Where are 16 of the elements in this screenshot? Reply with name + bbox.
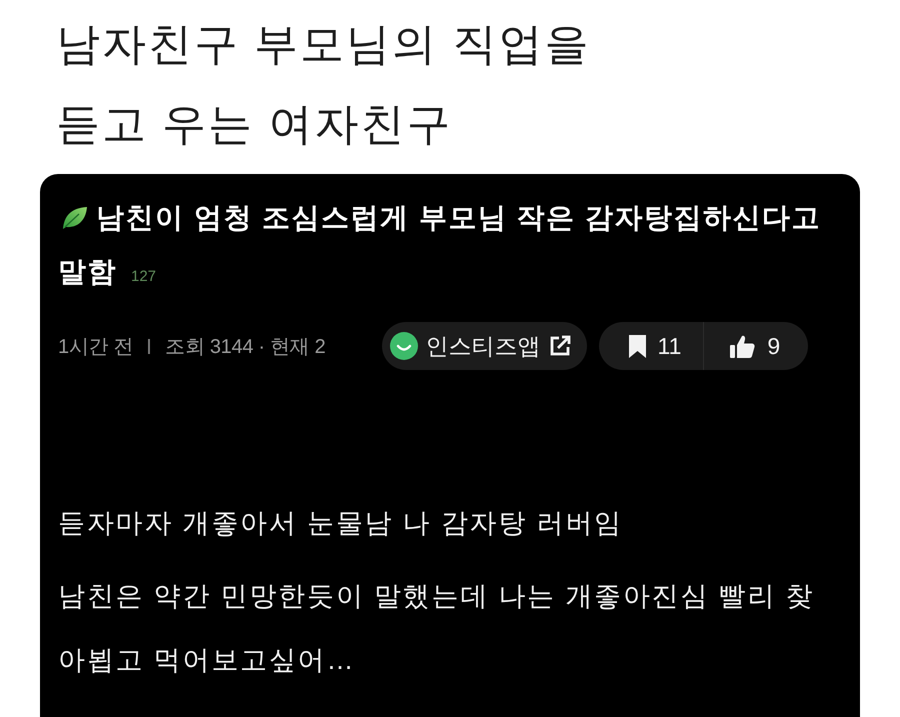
external-link-icon xyxy=(548,335,570,357)
post-paragraph: 듣자마자 개좋아서 눈물남 나 감자탕 러버임 xyxy=(58,507,624,540)
comment-count: 127 xyxy=(131,268,156,284)
scrap-button[interactable]: 11 xyxy=(598,322,704,370)
post-time: 1시간 전 xyxy=(58,334,134,360)
thumbs-up-icon xyxy=(730,334,756,358)
post-title: 남친이 엄청 조심스럽게 부모님 작은 감자탕집하신다고 xyxy=(96,201,821,235)
leaf-icon xyxy=(62,206,88,230)
smiley-icon xyxy=(390,332,418,360)
app-link-button[interactable]: 인스티즈앱 xyxy=(382,322,586,370)
like-button[interactable]: 9 xyxy=(704,322,808,370)
headline: 남자친구 부모님의 직업을 듣고 우는 여자친구 xyxy=(56,19,590,151)
bookmark-icon xyxy=(628,334,646,358)
post-paragraph: 남친은 약간 민망한듯이 말했는데 나는 개좋아진심 빨리 찾 아뵙고 먹어보고싶어… xyxy=(58,580,816,677)
post-title: 말함 xyxy=(58,255,117,289)
view-stats: 조회 3144 · 현재 2 xyxy=(165,334,326,360)
